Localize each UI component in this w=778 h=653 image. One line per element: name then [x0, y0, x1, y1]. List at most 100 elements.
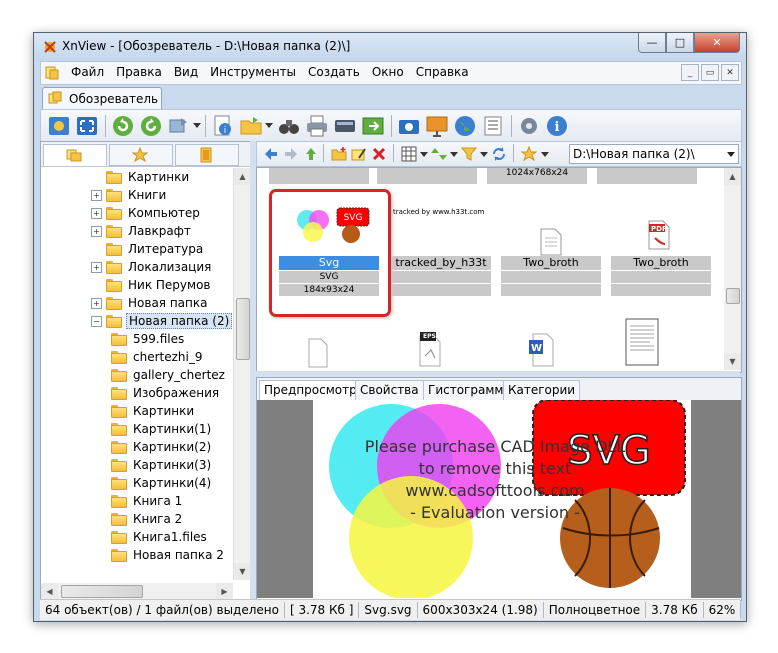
thumbnail-vertical-scrollbar[interactable]: ▲ ▼ [724, 168, 741, 370]
favorites-dropdown-arrow[interactable] [541, 152, 549, 157]
tree-item[interactable]: + Книги [91, 186, 168, 204]
scroll-left-arrow[interactable]: ◀ [41, 583, 58, 600]
menu-item-3[interactable]: Инструменты [204, 65, 302, 79]
export-icon[interactable] [361, 114, 385, 138]
svg-preview-image[interactable]: SVG Please purchase CAD Image DLL to rem… [313, 400, 691, 598]
sort-dropdown-arrow[interactable] [450, 152, 458, 157]
tree-expander-icon[interactable]: + [91, 225, 102, 237]
delete-icon[interactable] [371, 146, 387, 162]
web-icon[interactable] [453, 114, 477, 138]
back-arrow-icon[interactable] [263, 146, 279, 162]
filter-dropdown-arrow[interactable] [480, 152, 488, 157]
minimize-button[interactable]: — [638, 33, 666, 53]
info-icon[interactable]: i [211, 114, 235, 138]
tree-item[interactable]: Картинки(4) [111, 474, 213, 492]
tree-expander-icon[interactable]: + [91, 261, 102, 273]
slideshow-icon[interactable] [425, 114, 449, 138]
scroll-up-arrow[interactable]: ▲ [234, 168, 251, 185]
tab-folders[interactable] [43, 144, 107, 166]
folder-tree[interactable]: Картинки + Книги + Компьютер + Лавкрафт Литерат… [41, 168, 233, 580]
tab-favorites[interactable] [109, 144, 173, 166]
tree-item[interactable]: chertezhi_9 [111, 348, 204, 366]
tree-item[interactable]: Книга 1 [111, 492, 184, 510]
rotate-right-icon[interactable] [139, 114, 163, 138]
thumbnail-caption[interactable]: Two_broth [611, 256, 711, 270]
menu-item-6[interactable]: Справка [410, 65, 475, 79]
forward-arrow-icon[interactable] [283, 146, 299, 162]
browser-icon[interactable] [47, 114, 71, 138]
tree-item[interactable]: Изображения [111, 384, 221, 402]
tree-item[interactable]: Книга 2 [111, 510, 184, 528]
thumbnail-view[interactable]: 1024x768x24 SVG Svg SVG 184x93x24 tracke… [256, 167, 742, 373]
chevron-down-icon[interactable] [727, 152, 735, 157]
scroll-down-arrow[interactable]: ▼ [724, 353, 741, 370]
view-mode-dropdown-arrow[interactable] [420, 152, 428, 157]
scroll-down-arrow[interactable]: ▼ [234, 563, 251, 580]
svg-thumbnail-image[interactable]: SVG [285, 206, 373, 252]
tree-vertical-scrollbar[interactable]: ▲ ▼ [233, 168, 251, 580]
mdi-close-button[interactable]: ✕ [721, 64, 739, 81]
scanner-icon[interactable] [333, 114, 357, 138]
funnel-icon[interactable] [461, 146, 477, 162]
tree-item[interactable]: Литература [91, 240, 205, 258]
path-combobox[interactable]: D:\Новая папка (2)\ [569, 144, 739, 164]
scroll-up-arrow[interactable]: ▲ [724, 168, 741, 185]
up-folder-icon[interactable] [303, 146, 319, 162]
tree-item[interactable]: Ник Перумов [91, 276, 212, 294]
favorite-star-icon[interactable] [521, 146, 537, 162]
page-preview-icon[interactable] [625, 318, 659, 366]
rotate-left-icon[interactable] [111, 114, 135, 138]
open-folder-icon[interactable] [239, 114, 263, 138]
tree-expander-icon[interactable]: − [91, 315, 102, 327]
tree-item[interactable]: + Компьютер [91, 204, 202, 222]
tab-preview-0[interactable]: Предпросмотр [259, 380, 362, 401]
tab-categories[interactable] [175, 144, 239, 166]
preview-area[interactable]: SVG Please purchase CAD Image DLL to rem… [257, 400, 741, 598]
move-icon[interactable] [167, 114, 191, 138]
tree-item[interactable]: Картинки(2) [111, 438, 213, 456]
refresh-icon[interactable] [491, 146, 507, 162]
scroll-right-arrow[interactable]: ▶ [216, 583, 233, 600]
binoculars-icon[interactable] [277, 114, 301, 138]
tree-item[interactable]: Картинки [111, 402, 196, 420]
view-mode-icon[interactable] [401, 146, 417, 162]
sort-icon[interactable] [431, 146, 447, 162]
tree-item[interactable]: + Новая папка [91, 294, 209, 312]
tree-expander-icon[interactable]: + [91, 297, 102, 309]
scroll-thumb[interactable] [726, 288, 740, 304]
menu-item-1[interactable]: Правка [110, 65, 168, 79]
thumbnail-caption[interactable]: Two_broth [501, 256, 601, 270]
document-file-icon[interactable] [539, 228, 563, 256]
tree-item[interactable]: Картинки(1) [111, 420, 213, 438]
menu-item-0[interactable]: Файл [65, 65, 110, 79]
tree-item[interactable]: gallery_chertez [111, 366, 227, 384]
filter-icon[interactable] [481, 114, 505, 138]
fullscreen-icon[interactable] [75, 114, 99, 138]
menu-item-4[interactable]: Создать [302, 65, 366, 79]
tree-item[interactable]: 599.files [111, 330, 186, 348]
tree-item[interactable]: + Локализация [91, 258, 213, 276]
tree-item[interactable]: − Новая папка (2) [91, 312, 233, 330]
tab-preview-1[interactable]: Свойства [355, 380, 424, 401]
maximize-button[interactable]: □ [666, 33, 694, 53]
tree-expander-icon[interactable]: + [91, 189, 102, 201]
tab-preview-3[interactable]: Категории [503, 380, 581, 401]
new-folder-icon[interactable] [331, 146, 347, 162]
hscroll-thumb[interactable] [61, 585, 143, 598]
tree-expander-icon[interactable]: + [91, 207, 102, 219]
document-menu-icon[interactable] [44, 65, 60, 81]
tree-item[interactable]: Книга1.files [111, 528, 209, 546]
title-bar[interactable]: XnView - [Обозреватель - D:\Новая папка … [34, 33, 746, 61]
scroll-thumb[interactable] [236, 298, 250, 360]
tab-preview-2[interactable]: Гистограмма [423, 380, 516, 401]
tree-item[interactable]: Картинки(3) [111, 456, 213, 474]
tree-item[interactable]: Картинки [91, 168, 191, 186]
tab-browser[interactable]: Обозреватель [42, 87, 162, 110]
rename-icon[interactable] [351, 146, 367, 162]
mdi-minimize-button[interactable]: _ [681, 64, 699, 81]
menu-item-5[interactable]: Окно [366, 65, 410, 79]
about-icon[interactable]: i [545, 114, 569, 138]
move-dropdown-arrow[interactable] [193, 123, 201, 128]
tree-item[interactable]: Новая папка 2 [111, 546, 226, 564]
thumbnail-caption[interactable]: tracked_by_h33t [391, 256, 491, 270]
